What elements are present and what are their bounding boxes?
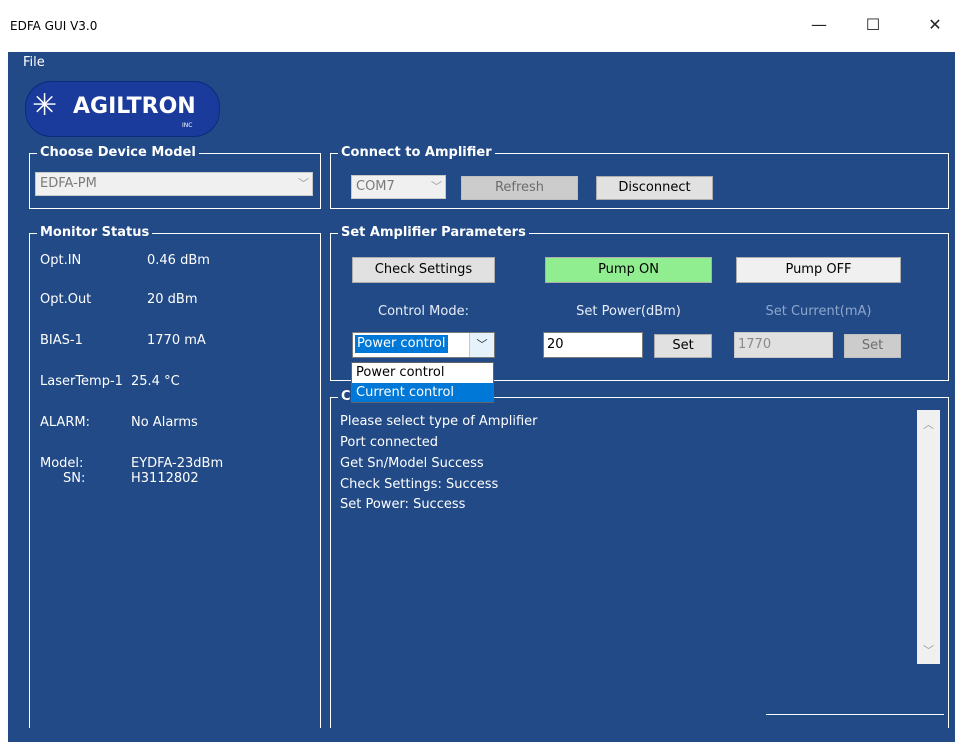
refresh-button[interactable]: Refresh	[461, 176, 578, 200]
laser-temp-label: LaserTemp-1	[40, 374, 123, 389]
device-model-select[interactable]: EDFA-PM ﹀	[35, 172, 313, 196]
console-log: Please select type of Amplifier Port con…	[331, 408, 948, 672]
window-title: EDFA GUI V3.0	[10, 19, 98, 33]
log-line: Set Power: Success	[340, 497, 466, 512]
device-model-value: EDFA-PM	[40, 176, 97, 191]
logo-text: AGILTRON	[73, 94, 196, 119]
pump-off-button[interactable]: Pump OFF	[736, 257, 901, 283]
chevron-down-icon: ﹀	[431, 180, 442, 193]
close-button[interactable]: ✕	[912, 10, 956, 40]
device-model-title: Choose Device Model	[37, 144, 199, 162]
option-power-control[interactable]: Power control	[352, 363, 493, 382]
minimize-button[interactable]: —	[796, 10, 842, 40]
menu-file[interactable]: File	[23, 55, 45, 70]
control-mode-dropdown: Power control Current control	[351, 362, 494, 403]
bias-label: BIAS-1	[40, 333, 83, 348]
disconnect-button[interactable]: Disconnect	[596, 176, 713, 200]
title-bar: EDFA GUI V3.0 — ☐ ✕	[0, 0, 956, 52]
alarm-label: ALARM:	[40, 415, 90, 430]
maximize-button[interactable]: ☐	[850, 10, 896, 40]
alarm-value: No Alarms	[131, 415, 198, 430]
logo-inc: INC	[182, 122, 193, 129]
agiltron-logo: ✳ AGILTRON INC	[25, 81, 220, 137]
opt-out-label: Opt.Out	[40, 292, 92, 307]
params-title: Set Amplifier Parameters	[338, 224, 529, 242]
model-label: Model:	[40, 456, 84, 471]
connect-title: Connect to Amplifier	[338, 144, 495, 162]
current-input[interactable]: 1770	[734, 332, 833, 358]
power-input[interactable]: 20	[543, 332, 643, 358]
check-settings-button[interactable]: Check Settings	[352, 257, 495, 283]
chevron-down-icon: ﹀	[298, 177, 309, 190]
laser-temp-value: 25.4 °C	[131, 374, 180, 389]
control-mode-value: Power control	[355, 335, 448, 353]
log-line: Please select type of Amplifier	[340, 414, 538, 429]
log-line: Check Settings: Success	[340, 477, 499, 492]
port-select[interactable]: COM7 ﹀	[351, 175, 446, 199]
sn-value: H3112802	[131, 471, 199, 486]
monitor-title: Monitor Status	[37, 224, 153, 242]
log-line: Port connected	[340, 435, 438, 450]
pump-on-button[interactable]: Pump ON	[545, 257, 712, 283]
opt-in-label: Opt.IN	[40, 253, 82, 268]
chevron-down-icon: ﹀	[469, 333, 494, 357]
opt-out-value: 20 dBm	[147, 292, 198, 307]
set-current-label: Set Current(mA)	[765, 304, 872, 319]
port-value: COM7	[356, 179, 395, 194]
console-scrollbar[interactable]: ︿ ﹀	[917, 410, 940, 664]
bias-value: 1770 mA	[147, 333, 206, 348]
chevron-up-icon[interactable]: ︿	[917, 416, 940, 432]
model-value: EYDFA-23dBm	[131, 456, 224, 471]
option-current-control[interactable]: Current control	[352, 383, 493, 402]
sn-label: SN:	[63, 471, 86, 486]
chevron-down-icon[interactable]: ﹀	[917, 642, 940, 658]
log-line: Get Sn/Model Success	[340, 456, 484, 471]
control-mode-select[interactable]: Power control ﹀	[352, 332, 495, 358]
starburst-icon: ✳	[32, 88, 58, 123]
set-power-label: Set Power(dBm)	[576, 304, 681, 319]
opt-in-value: 0.46 dBm	[147, 253, 210, 268]
divider	[766, 714, 944, 715]
set-power-button[interactable]: Set	[654, 334, 712, 358]
control-mode-label: Control Mode:	[378, 304, 469, 319]
set-current-button[interactable]: Set	[844, 334, 901, 358]
